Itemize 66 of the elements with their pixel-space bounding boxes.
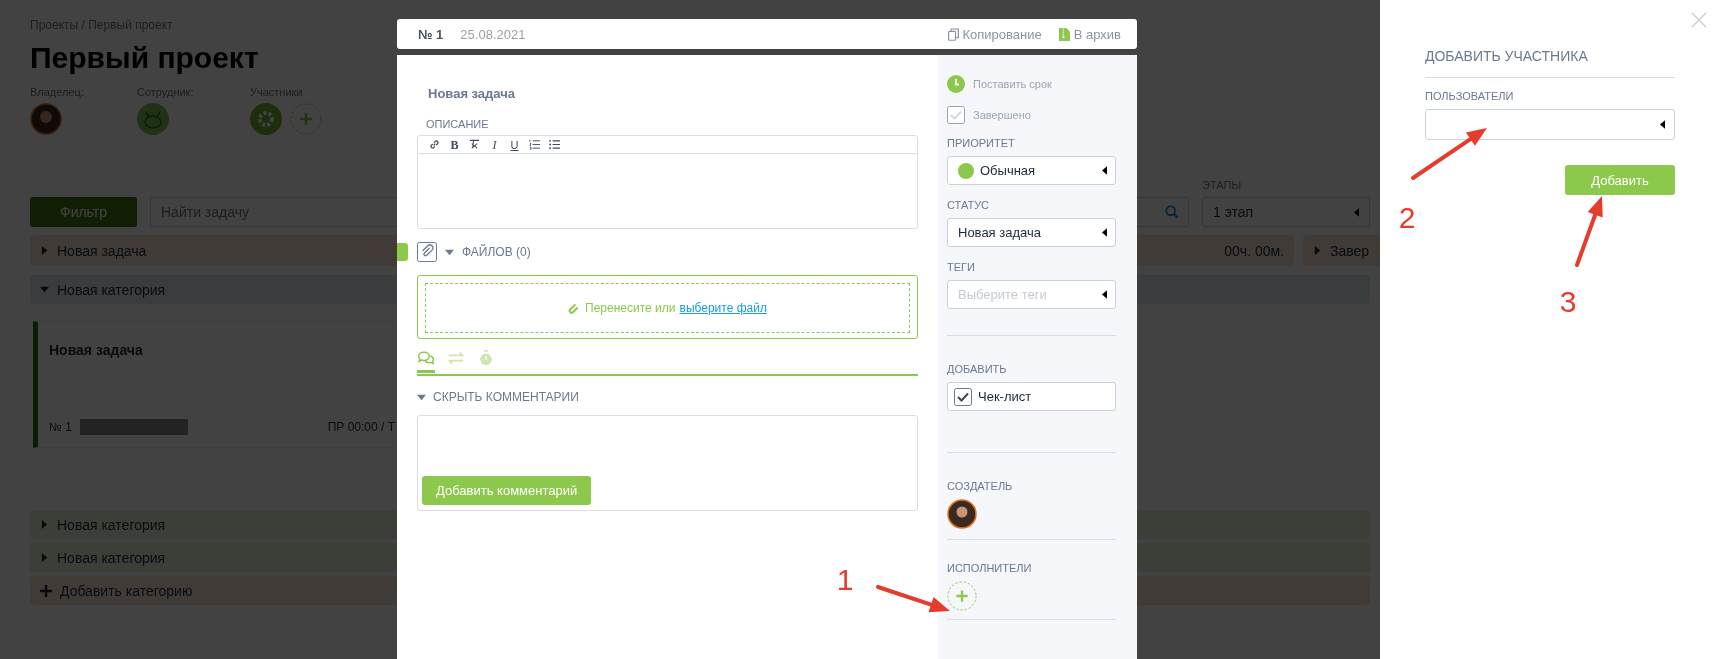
status-select[interactable]: Новая задача: [947, 218, 1116, 247]
hide-comments-toggle[interactable]: СКРЫТЬ КОММЕНТАРИИ: [433, 390, 579, 404]
archive-link[interactable]: В архив: [1058, 26, 1121, 42]
task-date: 25.08.2021: [460, 26, 526, 42]
card-title: Новая задача: [49, 342, 144, 358]
checkbox[interactable]: [947, 106, 965, 124]
files-label[interactable]: ФАЙЛОВ (0): [462, 245, 531, 259]
paperclip-icon: [568, 302, 580, 314]
task-time: 00ч. 00м.: [1224, 242, 1284, 259]
status-label: СТАТУС: [947, 199, 991, 211]
annotation-number: 1: [836, 563, 854, 596]
clock-icon[interactable]: [947, 75, 965, 93]
caret-icon: [1660, 120, 1665, 129]
comments-tab[interactable]: [417, 350, 435, 373]
add-button[interactable]: Добавить: [1565, 165, 1675, 195]
person-avatar: [947, 499, 977, 529]
task-title: Новая задача: [57, 242, 147, 259]
link-icon[interactable]: [429, 139, 440, 150]
tags-label: ТЕГИ: [947, 261, 976, 273]
choose-file-link[interactable]: выберите файл: [679, 301, 767, 315]
copy-icon: [947, 27, 959, 41]
set-deadline-link[interactable]: Поставить срок: [973, 78, 1052, 90]
underline-button[interactable]: U: [509, 138, 520, 151]
checkbox-icon: [954, 387, 972, 406]
task-number: № 1: [418, 26, 444, 42]
paperclip-icon[interactable]: [417, 242, 437, 262]
files-tab-marker: [397, 243, 408, 261]
copy-link[interactable]: Копирование: [947, 26, 1042, 42]
file-icon: [1058, 27, 1070, 41]
bold-button[interactable]: B: [449, 138, 460, 151]
panel-title: ДОБАВИТЬ УЧАСТНИКА: [1425, 48, 1675, 78]
collapse-icon[interactable]: [417, 392, 426, 402]
creator-label: СОЗДАТЕЛЬ: [947, 480, 1014, 492]
priority-label: ПРИОРИТЕТ: [947, 137, 1016, 149]
checklist-button[interactable]: Чек-лист: [947, 382, 1116, 411]
add-comment-button[interactable]: Добавить комментарий: [422, 476, 592, 505]
comment-field[interactable]: Добавить комментарий: [417, 415, 918, 511]
bullet-list-icon[interactable]: [549, 139, 560, 150]
dropzone-text: Перенесите или: [585, 301, 676, 315]
annotation-number: 2: [1398, 201, 1416, 234]
close-icon[interactable]: [1691, 12, 1707, 28]
card-number: № 1: [49, 420, 72, 434]
done-label: Завершено: [973, 109, 1031, 121]
card-schedule: ПР 00:00 / Т: [327, 420, 395, 434]
description-editor[interactable]: B I U: [417, 135, 918, 229]
caret-icon: [1102, 228, 1107, 237]
task-name: Новая задача: [428, 86, 517, 101]
assignees-label: ИСПОЛНИТЕЛИ: [947, 562, 1033, 574]
annotation-arrow: [1575, 196, 1603, 267]
project-title: Первый проект: [30, 40, 259, 76]
priority-select[interactable]: Обычная: [947, 156, 1116, 185]
users-label: ПОЛЬЗОВАТЕЛИ: [1425, 90, 1515, 102]
caret-icon: [1102, 290, 1107, 299]
clear-format-icon[interactable]: [469, 139, 480, 150]
caret-icon: [1102, 166, 1107, 175]
description-label: ОПИСАНИЕ: [426, 118, 490, 130]
tags-select[interactable]: Выберите теги: [947, 280, 1116, 309]
add-assignee-icon[interactable]: [947, 581, 977, 611]
users-select[interactable]: [1425, 109, 1675, 140]
add-label: ДОБАВИТЬ: [947, 363, 1008, 375]
collapse-icon[interactable]: [445, 247, 454, 257]
italic-button[interactable]: I: [489, 138, 500, 151]
numbered-list-icon[interactable]: [529, 139, 540, 150]
annotation-number: 3: [1559, 285, 1577, 318]
file-dropzone[interactable]: Перенесите или выберите файл: [417, 275, 918, 339]
priority-dot: [958, 162, 974, 179]
